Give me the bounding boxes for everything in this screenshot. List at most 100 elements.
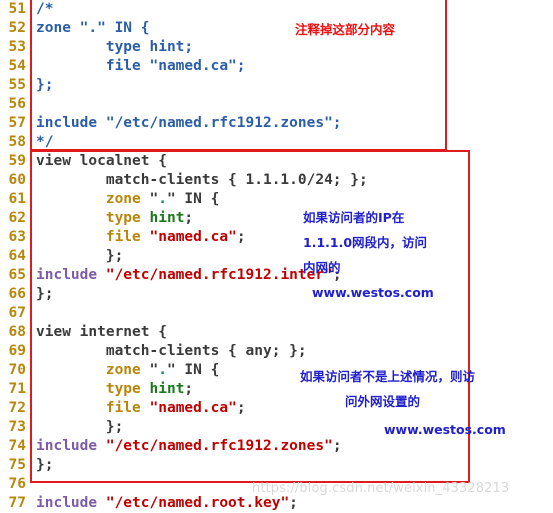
code-token: " IN {: [166, 362, 220, 378]
code-line-text: file "named.ca";: [36, 57, 246, 76]
code-token: ;: [236, 229, 246, 245]
line-number: 59: [8, 153, 26, 169]
annotation-localnet-line-4: www.westos.com: [312, 285, 434, 300]
code-token: include: [36, 495, 98, 511]
code-token: hint: [149, 210, 185, 226]
code-token: view internet {: [36, 324, 167, 340]
code-line: 54 file "named.ca";: [0, 57, 553, 76]
code-line-text: view localnet {: [36, 152, 167, 171]
code-line: 66};: [0, 285, 553, 304]
code-line-text: include "/etc/named.root.key";: [36, 494, 298, 513]
code-line-text: match-clients { any; };: [36, 342, 307, 361]
code-line-text: };: [36, 418, 123, 437]
code-line-text: zone "." IN {: [36, 190, 220, 209]
code-token: */: [36, 134, 54, 150]
line-number: 77: [8, 495, 26, 511]
code-line: 64 };: [0, 247, 553, 266]
code-token: };: [36, 286, 54, 302]
code-token: /*: [36, 1, 54, 17]
code-line: 72 file "named.ca";: [0, 399, 553, 418]
csdn-watermark: https://blog.csdn.net/weixin_43328213: [252, 481, 510, 496]
code-line: 62 type hint;: [0, 209, 553, 228]
code-line-text: };: [36, 247, 123, 266]
line-number: 63: [8, 229, 26, 245]
code-token: ;: [289, 495, 298, 511]
code-line-text: zone "." IN {: [36, 361, 220, 380]
code-line-text: };: [36, 285, 53, 304]
code-line: 61 zone "." IN {: [0, 190, 553, 209]
line-number: 68: [8, 324, 26, 340]
code-token: "/etc/named.rfc1912.zones": [105, 438, 333, 454]
line-number: 65: [8, 267, 26, 283]
annotation-comment-out: 注释掉这部分内容: [295, 22, 396, 37]
code-token: zone: [105, 362, 141, 378]
code-token: .: [158, 362, 167, 378]
code-token: };: [36, 77, 54, 93]
line-number: 62: [8, 210, 26, 226]
code-token: "named.ca": [149, 229, 237, 245]
code-line: 59 view localnet {: [0, 152, 553, 171]
code-token: type: [105, 210, 141, 226]
code-token: match-clients { any; };: [36, 343, 307, 359]
code-token: };: [36, 457, 54, 473]
line-number: 76: [8, 476, 26, 492]
annotation-internet-line-1: 如果访问者不是上述情况，则访: [300, 369, 476, 384]
code-token: zone: [105, 191, 141, 207]
code-line: 58 */: [0, 133, 553, 152]
code-line-text: /*: [36, 0, 53, 19]
code-line-text: include "/etc/named.rfc1912.inter";: [36, 266, 342, 285]
code-line-text: zone "." IN {: [36, 19, 150, 38]
code-line: 51 /*: [0, 0, 553, 19]
code-token: ": [140, 191, 159, 207]
code-line-text: type hint;: [36, 380, 193, 399]
code-line: 67: [0, 304, 553, 323]
line-number: 54: [8, 58, 26, 74]
line-number: 52: [8, 20, 26, 36]
code-line-text: type hint;: [36, 38, 193, 57]
code-line: 52 zone "." IN {: [0, 19, 553, 38]
line-number: 69: [8, 343, 26, 359]
code-line: 55};: [0, 76, 553, 95]
code-line: 68 view internet {: [0, 323, 553, 342]
line-number: 56: [8, 96, 26, 112]
code-token: "/etc/named.root.key": [105, 495, 290, 511]
code-line: 60 match-clients { 1.1.1.0/24; };: [0, 171, 553, 190]
code-line-text: include "/etc/named.rfc1912.zones";: [36, 437, 342, 456]
code-token: ;: [236, 400, 246, 416]
line-number: 55: [8, 77, 26, 93]
code-line: 63 file "named.ca";: [0, 228, 553, 247]
code-token: file "named.ca";: [36, 58, 246, 74]
code-line: 53 type hint;: [0, 38, 553, 57]
annotation-localnet-line-2: 1.1.1.0网段内，访问: [303, 235, 428, 250]
code-line: 77 include "/etc/named.root.key";: [0, 494, 553, 513]
code-token: "named.ca": [149, 400, 237, 416]
line-number: 70: [8, 362, 26, 378]
code-token: ": [140, 362, 159, 378]
code-token: ;: [184, 381, 194, 397]
code-token: hint: [149, 381, 185, 397]
code-line-text: match-clients { 1.1.1.0/24; };: [36, 171, 368, 190]
code-line-text: file "named.ca";: [36, 399, 246, 418]
code-line: 75};: [0, 456, 553, 475]
annotation-localnet-line-3: 内网的: [303, 260, 341, 275]
code-line-text: */: [36, 133, 53, 152]
code-token: zone "." IN {: [36, 20, 150, 36]
code-token: };: [36, 419, 124, 435]
code-token: file: [105, 400, 141, 416]
code-line-text: type hint;: [36, 209, 193, 228]
code-token: " IN {: [166, 191, 220, 207]
code-token: view localnet {: [36, 153, 167, 169]
code-token: include: [36, 267, 98, 283]
line-number: 66: [8, 286, 26, 302]
code-line-text: };: [36, 456, 53, 475]
